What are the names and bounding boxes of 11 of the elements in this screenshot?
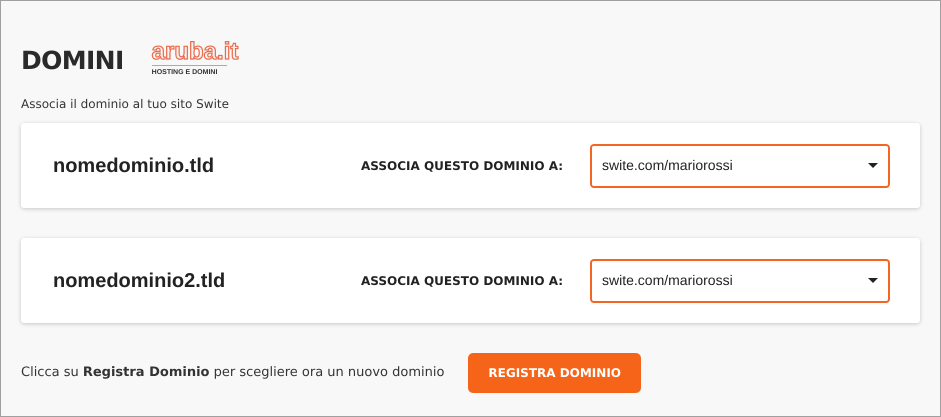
domain-select[interactable]: swite.com/mariorossi <box>590 258 890 302</box>
footer-text: Clicca su Registra Dominio per scegliere ora un nuovo dominio <box>21 364 444 382</box>
domain-select[interactable]: swite.com/mariorossi <box>590 144 890 188</box>
page-title: DOMINI <box>21 45 124 78</box>
domain-name: nomedominio.tld <box>53 154 216 178</box>
caret-icon <box>868 163 878 168</box>
subtitle: Associa il dominio al tuo sito Swite <box>21 96 230 113</box>
associate-label: ASSOCIA QUESTO DOMINIO A: <box>361 272 564 290</box>
caret-icon <box>868 278 878 283</box>
domain-name: nomedominio2.tld <box>53 268 226 294</box>
associate-label: ASSOCIA QUESTO DOMINIO A: <box>361 158 564 174</box>
